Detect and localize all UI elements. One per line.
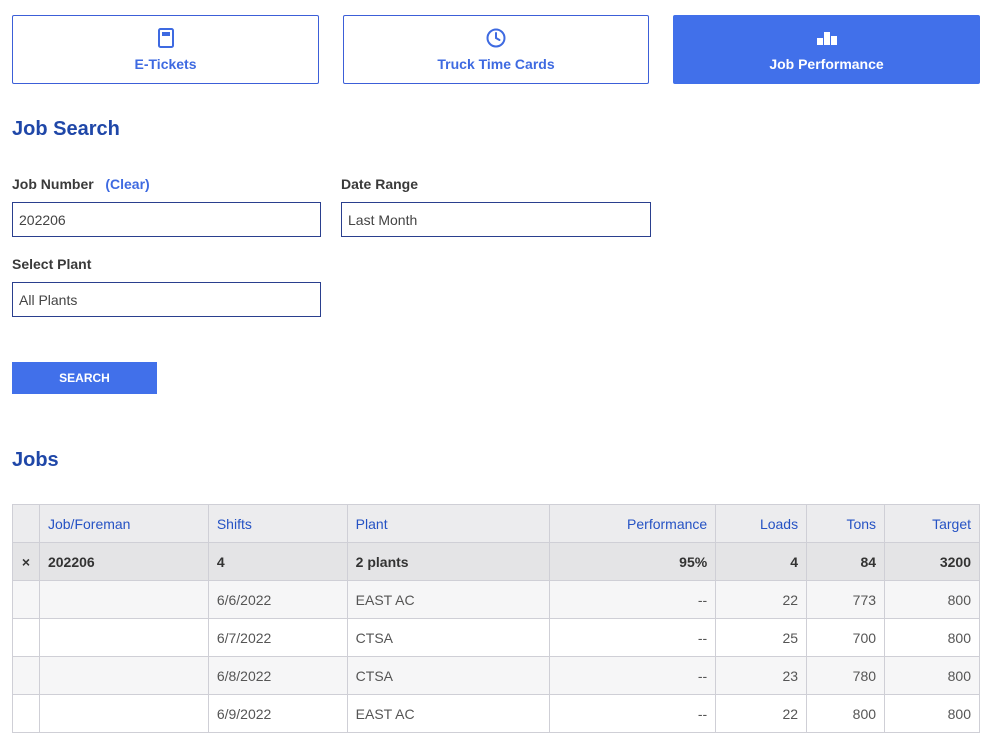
tons-cell: 800 bbox=[806, 694, 886, 733]
empty-cell bbox=[38, 580, 209, 619]
target-cell: 800 bbox=[884, 580, 980, 619]
chart-icon bbox=[816, 27, 838, 49]
performance-cell: 95% bbox=[549, 542, 717, 581]
clear-link[interactable]: (Clear) bbox=[105, 176, 149, 192]
plant-cell: EAST AC bbox=[346, 580, 551, 619]
select-plant-label: Select Plant bbox=[12, 256, 92, 272]
tab-truck-time-cards[interactable]: Truck Time Cards bbox=[343, 15, 649, 84]
tab-e-tickets[interactable]: E-Tickets bbox=[12, 15, 319, 84]
table-header-row: Job/Foreman Shifts Plant Performance Loa… bbox=[12, 504, 980, 543]
loads-cell: 22 bbox=[715, 580, 808, 619]
column-header-performance[interactable]: Performance bbox=[549, 504, 717, 543]
clock-icon bbox=[486, 27, 506, 49]
tab-job-performance[interactable]: Job Performance bbox=[673, 15, 980, 84]
jobs-heading: Jobs bbox=[12, 449, 59, 471]
shift-date-cell: 6/9/2022 bbox=[207, 694, 348, 733]
performance-cell: -- bbox=[549, 580, 717, 619]
plant-cell: CTSA bbox=[346, 656, 551, 695]
job-number-cell: 202206 bbox=[38, 542, 209, 581]
plant-select[interactable]: All Plants bbox=[12, 282, 321, 317]
performance-cell: -- bbox=[549, 618, 717, 657]
jobs-table: Job/Foreman Shifts Plant Performance Loa… bbox=[12, 504, 980, 733]
job-number-input[interactable]: 202206 bbox=[12, 202, 321, 237]
column-header-target[interactable]: Target bbox=[884, 504, 980, 543]
column-header-plant[interactable]: Plant bbox=[346, 504, 551, 543]
shift-row: 6/6/2022 EAST AC -- 22 773 800 bbox=[12, 580, 980, 619]
plant-cell: CTSA bbox=[346, 618, 551, 657]
loads-cell: 23 bbox=[715, 656, 808, 695]
loads-cell: 25 bbox=[715, 618, 808, 657]
plant-cell: EAST AC bbox=[346, 694, 551, 733]
column-header-tons[interactable]: Tons bbox=[806, 504, 886, 543]
shift-date-cell: 6/7/2022 bbox=[207, 618, 348, 657]
target-cell: 3200 bbox=[884, 542, 980, 581]
shift-row: 6/7/2022 CTSA -- 25 700 800 bbox=[12, 618, 980, 657]
job-number-label: Job Number (Clear) bbox=[12, 176, 150, 192]
empty-cell bbox=[38, 618, 209, 657]
job-search-heading: Job Search bbox=[12, 118, 120, 140]
loads-cell: 22 bbox=[715, 694, 808, 733]
shift-date-cell: 6/6/2022 bbox=[207, 580, 348, 619]
tons-cell: 84 bbox=[806, 542, 886, 581]
ticket-icon bbox=[157, 27, 175, 49]
empty-cell bbox=[12, 618, 40, 657]
loads-cell: 4 bbox=[715, 542, 808, 581]
target-cell: 800 bbox=[884, 694, 980, 733]
date-range-select[interactable]: Last Month bbox=[341, 202, 651, 237]
column-header-shifts[interactable]: Shifts bbox=[207, 504, 348, 543]
column-header-loads[interactable]: Loads bbox=[715, 504, 808, 543]
collapse-icon[interactable]: × bbox=[12, 542, 40, 581]
performance-cell: -- bbox=[549, 656, 717, 695]
empty-cell bbox=[12, 580, 40, 619]
performance-cell: -- bbox=[549, 694, 717, 733]
job-row[interactable]: × 202206 4 2 plants 95% 4 84 3200 bbox=[12, 542, 980, 581]
job-number-label-text: Job Number bbox=[12, 176, 94, 192]
expand-column-header bbox=[12, 504, 40, 543]
tab-label: Job Performance bbox=[769, 56, 884, 72]
empty-cell bbox=[12, 694, 40, 733]
shift-date-cell: 6/8/2022 bbox=[207, 656, 348, 695]
tab-label: Truck Time Cards bbox=[437, 56, 555, 72]
search-button[interactable]: SEARCH bbox=[12, 362, 157, 394]
empty-cell bbox=[38, 656, 209, 695]
empty-cell bbox=[38, 694, 209, 733]
tons-cell: 780 bbox=[806, 656, 886, 695]
tons-cell: 773 bbox=[806, 580, 886, 619]
column-header-job-foreman[interactable]: Job/Foreman bbox=[38, 504, 209, 543]
tons-cell: 700 bbox=[806, 618, 886, 657]
shift-row: 6/8/2022 CTSA -- 23 780 800 bbox=[12, 656, 980, 695]
tab-label: E-Tickets bbox=[134, 56, 197, 72]
nav-tabs: E-Tickets Truck Time Cards Job Performan… bbox=[12, 15, 980, 84]
empty-cell bbox=[12, 656, 40, 695]
shifts-cell: 4 bbox=[207, 542, 348, 581]
target-cell: 800 bbox=[884, 656, 980, 695]
date-range-label: Date Range bbox=[341, 176, 419, 192]
target-cell: 800 bbox=[884, 618, 980, 657]
plant-cell: 2 plants bbox=[346, 542, 551, 581]
shift-row: 6/9/2022 EAST AC -- 22 800 800 bbox=[12, 694, 980, 733]
